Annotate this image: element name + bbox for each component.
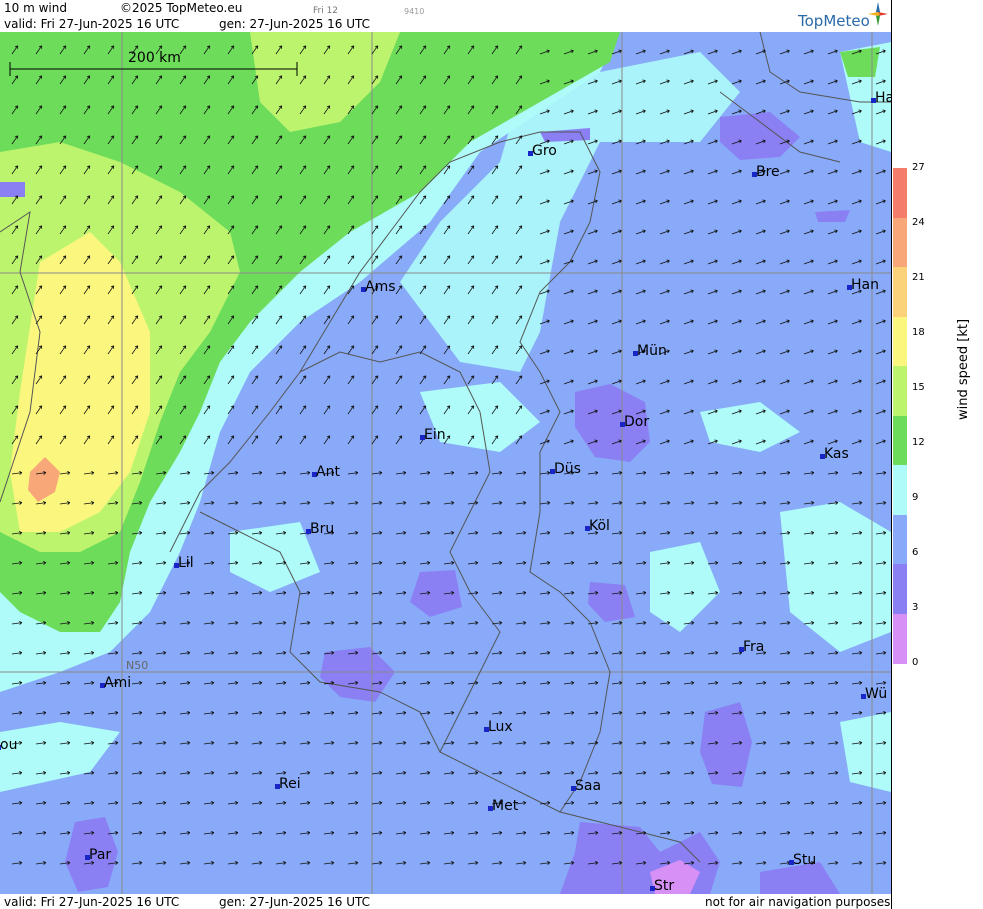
- wind-arrow-head: [763, 561, 767, 563]
- legend-swatch: [893, 168, 907, 218]
- legend-swatch: [893, 465, 907, 515]
- wind-arrow-head: [667, 501, 671, 503]
- city-name: Saa: [575, 778, 602, 794]
- run-label: Fri 12: [313, 6, 339, 16]
- wind-speed-fields: [0, 32, 891, 894]
- legend-swatch: [893, 366, 907, 416]
- wind-arrow-head: [715, 561, 719, 563]
- city-name: Str: [654, 878, 675, 894]
- wind-arrow-head: [691, 501, 695, 503]
- city-name: Gro: [532, 143, 557, 159]
- wind-arrow-head: [835, 471, 839, 473]
- wind-arrow-head: [811, 501, 815, 503]
- wind-arrow-head: [787, 471, 791, 473]
- wind-arrow-head: [859, 501, 863, 503]
- wind-arrow-head: [739, 501, 743, 503]
- city-name: Ams: [365, 279, 396, 295]
- legend-swatch: [893, 514, 907, 565]
- topmeteo-logo[interactable]: TopMeteo: [798, 12, 870, 30]
- wind-arrow-head: [834, 439, 838, 441]
- scale-label: 200 km: [128, 50, 181, 66]
- city-name: Fra: [743, 639, 765, 655]
- city-name: Lux: [488, 719, 513, 735]
- city-name: Kas: [824, 446, 849, 462]
- wind-arrow-head: [763, 591, 767, 593]
- copyright: ©2025 TopMeteo.eu: [120, 1, 243, 15]
- wind-arrow-head: [787, 501, 791, 503]
- wind-arrow-head: [811, 471, 815, 473]
- legend-swatch: [893, 217, 907, 268]
- wind-map-canvas: [0, 32, 891, 894]
- city-name: Köl: [589, 518, 610, 534]
- city-name: Bre: [756, 164, 780, 180]
- legend-swatch: [893, 564, 907, 614]
- wind-arrow-head: [739, 531, 743, 533]
- legend-tick-label: 6: [912, 547, 919, 558]
- city-name: Düs: [554, 461, 581, 477]
- legend-tick-label: 18: [912, 327, 925, 338]
- wind-arrow-head: [859, 471, 863, 473]
- footer-valid: valid: Fri 27-Jun-2025 16 UTC: [4, 895, 180, 909]
- legend-tick-label: 3: [912, 602, 919, 613]
- wind-arrow-head: [883, 501, 887, 503]
- code-label: 9410: [404, 7, 425, 16]
- footer-disclaimer: not for air navigation purposes: [705, 895, 891, 909]
- city-name: Wü: [865, 686, 888, 702]
- compass-icon: [868, 2, 888, 26]
- wind-arrow-head: [739, 471, 743, 473]
- legend-swatch: [893, 415, 907, 466]
- wind-arrow-head: [763, 531, 767, 533]
- wind-arrow-head: [882, 439, 886, 441]
- legend-swatch: [893, 613, 907, 664]
- legend-tick-label: 0: [912, 657, 919, 668]
- wind-arrow-head: [691, 471, 695, 473]
- legend-tick-label: 9: [912, 492, 919, 503]
- legend-swatch: [893, 316, 907, 367]
- city-name: Dor: [624, 414, 650, 430]
- wind-arrow-head: [763, 471, 767, 473]
- city-name: Ein: [424, 427, 446, 443]
- wind-speed-legend: [893, 168, 907, 664]
- wind-map[interactable]: [0, 32, 891, 894]
- gen-time: gen: 27-Jun-2025 16 UTC: [219, 17, 371, 31]
- wind-arrow-head: [763, 501, 767, 503]
- wind-arrow-head: [739, 561, 743, 563]
- legend-tick-label: 15: [912, 382, 925, 393]
- wind-arrow-head: [715, 471, 719, 473]
- city-name: Par: [89, 847, 112, 863]
- wind-arrow-head: [691, 531, 695, 533]
- wind-arrow-head: [715, 531, 719, 533]
- legend-unit: wind speed [kt]: [956, 318, 971, 420]
- wind-arrow-head: [858, 439, 862, 441]
- latitude-label: N50: [126, 659, 149, 672]
- legend-swatch: [893, 267, 907, 317]
- legend-tick-label: 21: [912, 272, 925, 283]
- city-name: Ami: [104, 675, 132, 691]
- city-name: Mün: [637, 343, 667, 359]
- city-name: Han: [851, 277, 879, 293]
- wind-arrow-head: [835, 501, 839, 503]
- city-name: Stu: [793, 852, 817, 868]
- wind-arrow-head: [883, 471, 887, 473]
- city-name: ou: [0, 737, 18, 753]
- legend-tick-label: 24: [912, 217, 925, 228]
- wind-arrow-head: [715, 501, 719, 503]
- city-name: Lil: [178, 555, 194, 571]
- legend-tick-label: 27: [912, 162, 925, 173]
- city-name: Ant: [316, 464, 340, 480]
- field-title: 10 m wind: [4, 1, 67, 15]
- city-name: Met: [492, 798, 519, 814]
- city-name: Bru: [310, 521, 335, 537]
- legend-tick-label: 12: [912, 437, 925, 448]
- city-name: Rei: [279, 776, 301, 792]
- valid-time: valid: Fri 27-Jun-2025 16 UTC: [4, 17, 180, 31]
- footer-gen: gen: 27-Jun-2025 16 UTC: [219, 895, 371, 909]
- wind-arrow-head: [739, 591, 743, 593]
